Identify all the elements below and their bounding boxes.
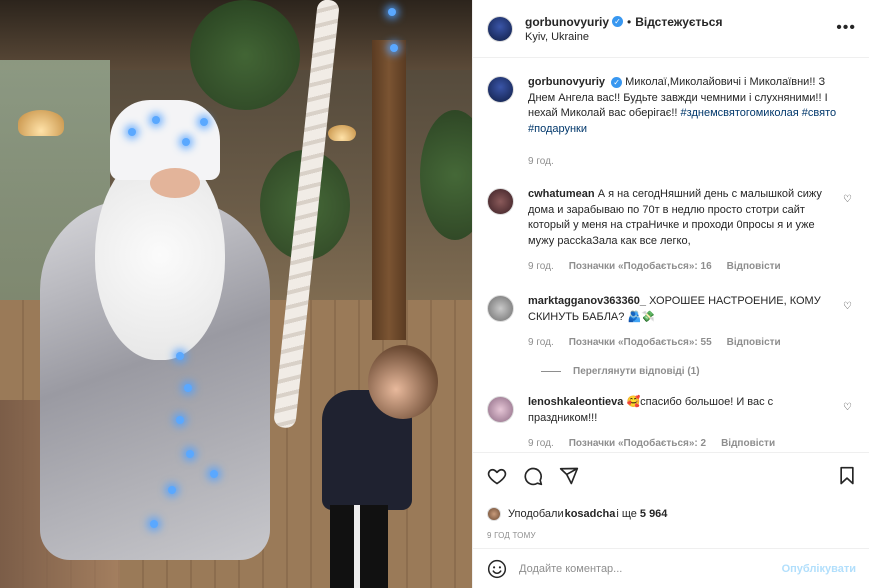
- photo-lamp: [18, 110, 64, 136]
- comment-item: lenoshkaleontieva 🥰спасибо большое! И ва…: [487, 395, 856, 449]
- comment-time: 9 год.: [528, 438, 554, 449]
- comment-text-block: lenoshkaleontieva 🥰спасибо большое! И ва…: [528, 395, 838, 426]
- photo-santa-face: [150, 168, 200, 198]
- emoji-icon[interactable]: [487, 559, 507, 579]
- replies-line: [541, 371, 561, 372]
- photo-light: [182, 138, 190, 146]
- likes-summary: Уподобали kosadcha і ще 5 964: [487, 507, 856, 521]
- comment-avatar[interactable]: [487, 188, 514, 215]
- photo-light: [152, 116, 160, 124]
- reply-button[interactable]: Відповісти: [721, 438, 775, 449]
- likes-middle: і ще: [616, 508, 637, 520]
- author-meta: gorbunovyuriy ✓ • Відстежується Kyiv, Uk…: [525, 15, 722, 43]
- photo-light: [176, 352, 184, 360]
- caption: gorbunovyuriy ✓ Миколаї,Миколайовичі і М…: [487, 75, 856, 167]
- separator-dot: •: [627, 14, 632, 29]
- more-options-icon[interactable]: •••: [836, 19, 856, 37]
- photo-light: [186, 450, 194, 458]
- photo-light: [210, 470, 218, 478]
- verified-badge-icon: ✓: [611, 77, 623, 88]
- comment-like-heart-icon[interactable]: ♡: [843, 194, 852, 205]
- comment-author[interactable]: marktagganov363360_: [528, 295, 646, 307]
- comment-body: marktagganov363360_ ХОРОШЕЕ НАСТРОЕНИЕ, …: [528, 294, 838, 348]
- photo-child-head: [368, 345, 438, 419]
- photo-light: [200, 118, 208, 126]
- comment-time: 9 год.: [528, 337, 554, 348]
- action-icons: [487, 465, 856, 487]
- publish-button[interactable]: Опублікувати: [782, 563, 856, 575]
- author-username[interactable]: gorbunovyuriy: [525, 15, 609, 29]
- comment-avatar[interactable]: [487, 295, 514, 322]
- verified-badge-icon: ✓: [612, 16, 624, 27]
- post-time-ago[interactable]: 9 год тому: [487, 531, 856, 540]
- photo-lamp: [328, 125, 356, 141]
- liker-avatar[interactable]: [487, 507, 501, 521]
- liker-username[interactable]: kosadcha: [565, 508, 616, 520]
- photo-light: [128, 128, 136, 136]
- comment-text-block: marktagganov363360_ ХОРОШЕЕ НАСТРОЕНИЕ, …: [528, 294, 838, 325]
- photo-light: [168, 486, 176, 494]
- caption-time: 9 год.: [528, 156, 554, 167]
- photo-plant: [420, 110, 472, 240]
- post-panel: gorbunovyuriy ✓ • Відстежується Kyiv, Uk…: [472, 0, 869, 588]
- post-header: gorbunovyuriy ✓ • Відстежується Kyiv, Uk…: [473, 0, 869, 58]
- post-actions: Уподобали kosadcha і ще 5 964 9 год тому: [473, 452, 869, 540]
- comment-likes-count[interactable]: Позначки «Подобається»: 2: [569, 438, 706, 449]
- comment-like-heart-icon[interactable]: ♡: [843, 301, 852, 312]
- save-bookmark-icon[interactable]: [838, 466, 856, 486]
- comment-input[interactable]: [519, 562, 782, 575]
- caption-meta: 9 год.: [528, 156, 838, 167]
- comment-author[interactable]: lenoshkaleontieva: [528, 396, 623, 408]
- comment-avatar[interactable]: [487, 396, 514, 423]
- caption-author[interactable]: gorbunovyuriy: [528, 76, 605, 88]
- author-avatar[interactable]: [487, 15, 513, 42]
- comment-meta: 9 год. Позначки «Подобається»: 2 Відпові…: [528, 438, 838, 449]
- comment-like-heart-icon[interactable]: ♡: [843, 402, 852, 413]
- comment-time: 9 год.: [528, 261, 554, 272]
- caption-text-block: gorbunovyuriy ✓ Миколаї,Миколайовичі і М…: [528, 75, 838, 137]
- photo-light: [176, 416, 184, 424]
- comment-meta: 9 год. Позначки «Подобається»: 55 Відпов…: [528, 337, 838, 348]
- photo-light: [390, 44, 398, 52]
- photo-plant: [190, 0, 300, 110]
- view-replies-button[interactable]: Переглянути відповіді (1): [541, 366, 856, 377]
- following-button[interactable]: Відстежується: [635, 15, 722, 29]
- author-row: gorbunovyuriy ✓ • Відстежується: [525, 15, 722, 29]
- view-replies-label: Переглянути відповіді (1): [573, 366, 700, 377]
- photo-light: [150, 520, 158, 528]
- comment-composer: Опублікувати: [473, 548, 869, 588]
- post-location[interactable]: Kyiv, Ukraine: [525, 31, 722, 43]
- comments-list[interactable]: gorbunovyuriy ✓ Миколаї,Миколайовичі і М…: [473, 58, 869, 452]
- comment-likes-count[interactable]: Позначки «Подобається»: 55: [569, 337, 712, 348]
- reply-button[interactable]: Відповісти: [727, 337, 781, 348]
- comment-meta: 9 год. Позначки «Подобається»: 16 Відпов…: [528, 261, 838, 272]
- comment-icon[interactable]: [523, 466, 543, 486]
- photo-santa-hat: [110, 100, 220, 180]
- caption-body: gorbunovyuriy ✓ Миколаї,Миколайовичі і М…: [528, 75, 838, 167]
- comment-item: cwhatumean А я на сегодНяшний день с мал…: [487, 187, 856, 272]
- reply-button[interactable]: Відповісти: [727, 261, 781, 272]
- photo-child-legs: [330, 505, 388, 588]
- comment-body: cwhatumean А я на сегодНяшний день с мал…: [528, 187, 838, 272]
- share-icon[interactable]: [559, 466, 579, 486]
- comment-text-block: cwhatumean А я на сегодНяшний день с мал…: [528, 187, 838, 249]
- comment-likes-count[interactable]: Позначки «Подобається»: 16: [569, 261, 712, 272]
- comment-body: lenoshkaleontieva 🥰спасибо большое! И ва…: [528, 395, 838, 449]
- likes-count[interactable]: 5 964: [640, 508, 668, 520]
- post-photo[interactable]: [0, 0, 472, 588]
- caption-avatar[interactable]: [487, 76, 514, 103]
- photo-light: [388, 8, 396, 16]
- photo-pillar: [372, 40, 406, 340]
- photo-light: [184, 384, 192, 392]
- comment-item: marktagganov363360_ ХОРОШЕЕ НАСТРОЕНИЕ, …: [487, 294, 856, 348]
- likes-prefix: Уподобали: [508, 508, 564, 520]
- comment-author[interactable]: cwhatumean: [528, 188, 595, 200]
- like-heart-icon[interactable]: [487, 466, 507, 486]
